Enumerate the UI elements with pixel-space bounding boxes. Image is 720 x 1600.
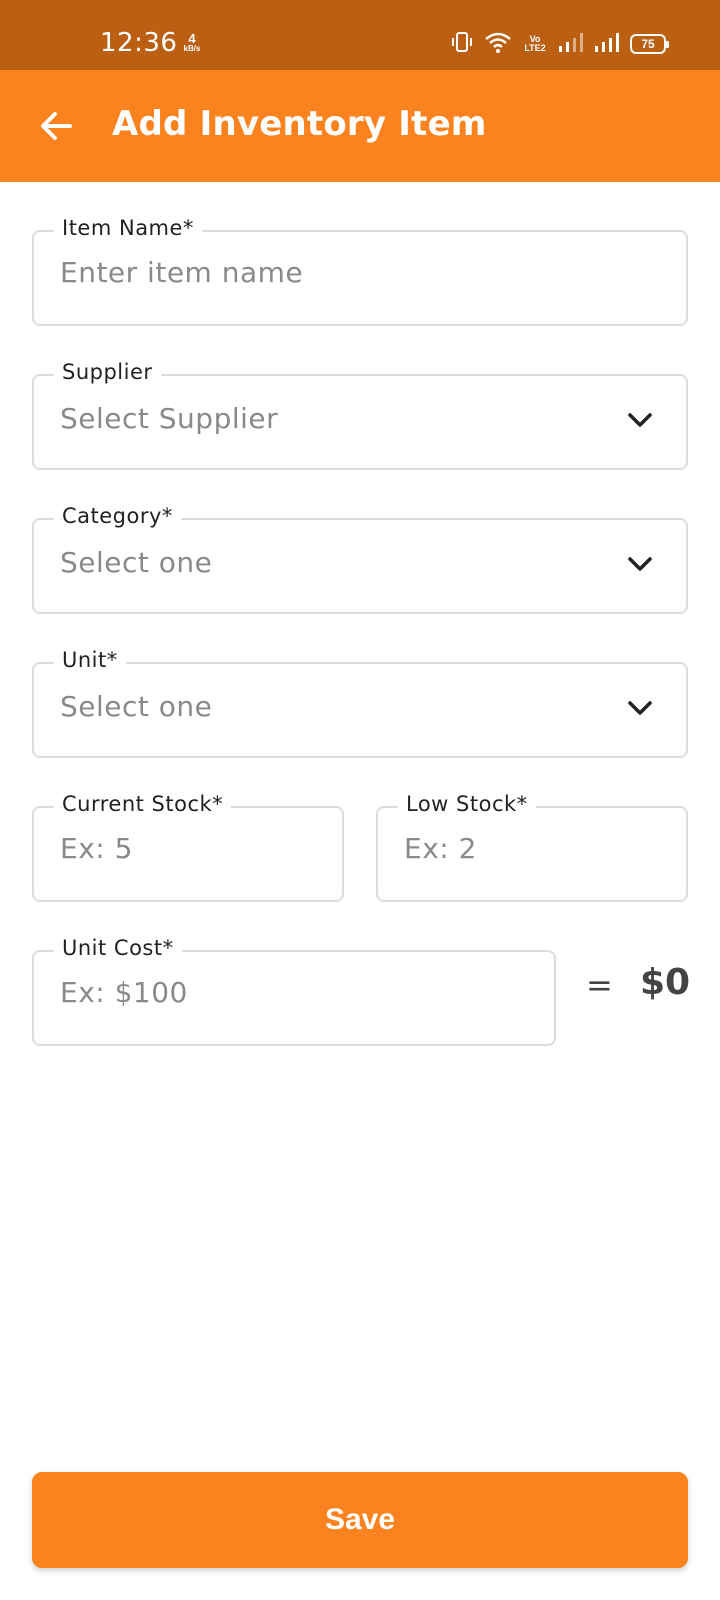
low-stock-input[interactable] (404, 832, 666, 865)
volte-icon: Vo LTE2 (522, 35, 548, 53)
equals-sign: = (586, 966, 613, 1004)
unit-value: Select one (60, 690, 213, 723)
chevron-down-icon (626, 698, 654, 718)
item-name-field[interactable]: Item Name* (32, 216, 688, 326)
network-speed: 4 kB/s (180, 32, 204, 53)
category-select[interactable]: Category* Select one (32, 504, 688, 614)
current-stock-label: Current Stock* (54, 792, 232, 816)
chevron-down-icon (626, 410, 654, 430)
supplier-label: Supplier (54, 360, 161, 384)
low-stock-label: Low Stock* (398, 792, 536, 816)
signal-2-icon (594, 31, 620, 58)
volte-bottom: LTE2 (524, 43, 546, 53)
current-stock-input[interactable] (60, 832, 322, 865)
chevron-down-icon (626, 554, 654, 574)
status-time: 12:36 (100, 28, 178, 58)
network-speed-unit: kB/s (183, 44, 201, 53)
app-bar: Add Inventory Item (0, 70, 720, 182)
total-cost-value: $0 (640, 962, 691, 1003)
unit-cost-input[interactable] (60, 976, 534, 1009)
battery-icon: 75 (630, 34, 669, 54)
low-stock-field[interactable]: Low Stock* (376, 792, 688, 902)
unit-label: Unit* (54, 648, 126, 672)
arrow-left-icon[interactable] (36, 106, 76, 146)
vibrate-icon (450, 30, 474, 59)
unit-select[interactable]: Unit* Select one (32, 648, 688, 758)
category-label: Category* (54, 504, 181, 528)
item-name-label: Item Name* (54, 216, 202, 240)
supplier-value: Select Supplier (60, 402, 279, 435)
save-button[interactable]: Save (32, 1472, 688, 1568)
category-value: Select one (60, 546, 213, 579)
status-icons: Vo LTE2 75 (450, 30, 676, 58)
signal-1-icon (558, 31, 584, 58)
unit-cost-label: Unit Cost* (54, 936, 182, 960)
wifi-icon (484, 30, 512, 59)
item-name-input[interactable] (60, 256, 616, 289)
supplier-select[interactable]: Supplier Select Supplier (32, 360, 688, 470)
current-stock-field[interactable]: Current Stock* (32, 792, 344, 902)
page-title: Add Inventory Item (112, 104, 487, 144)
unit-cost-field[interactable]: Unit Cost* (32, 936, 556, 1046)
status-bar: 12:36 4 kB/s Vo LTE2 75 (0, 0, 720, 70)
